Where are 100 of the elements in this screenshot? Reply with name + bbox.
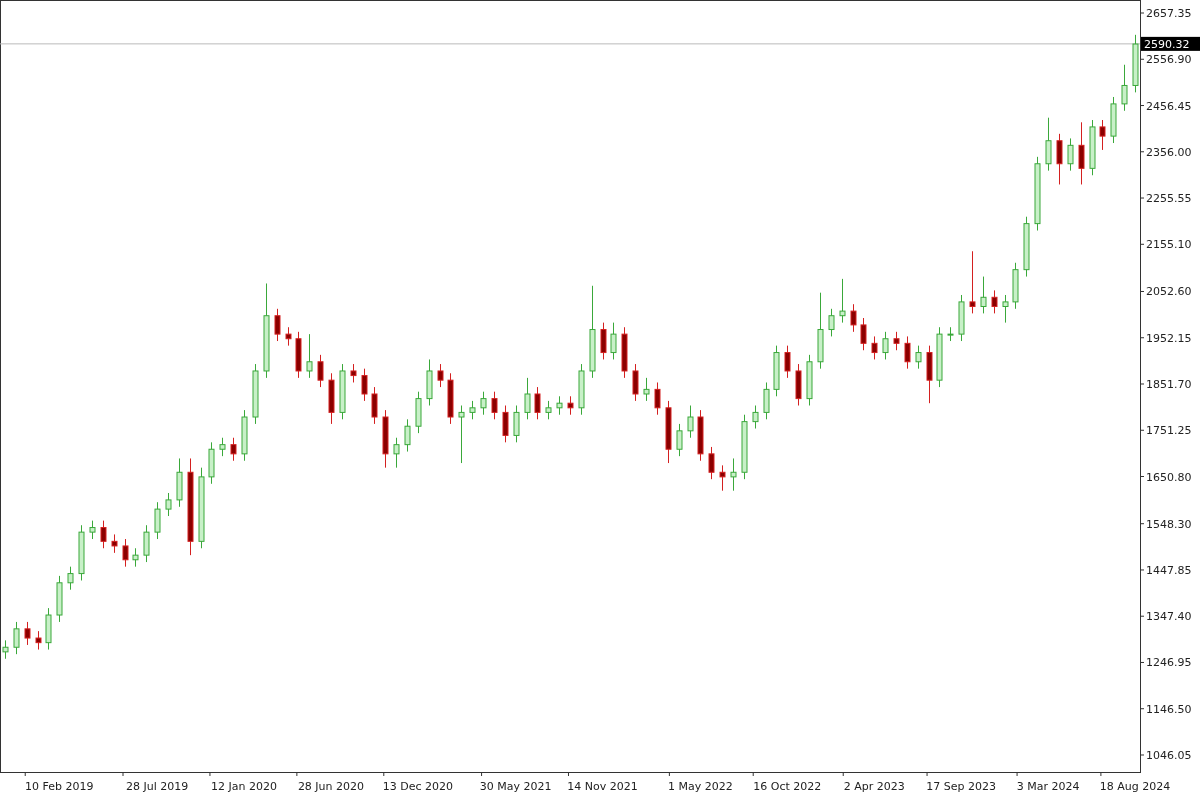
y-axis-label: 1751.25 xyxy=(1146,424,1192,438)
candle xyxy=(980,276,987,314)
ref-line-label: 2590.32 xyxy=(1144,37,1190,51)
candle xyxy=(371,386,378,425)
candle xyxy=(469,400,476,420)
candle xyxy=(154,501,161,540)
candle xyxy=(306,333,313,379)
candle xyxy=(350,363,357,383)
candle xyxy=(610,322,617,360)
candle xyxy=(850,303,857,333)
candle xyxy=(697,409,704,462)
candle xyxy=(274,308,281,342)
candle xyxy=(100,520,107,549)
candle xyxy=(426,358,433,406)
candle xyxy=(545,400,552,420)
candle xyxy=(806,354,813,406)
x-axis-label: 10 Feb 2019 xyxy=(25,780,94,793)
x-axis-label: 18 Aug 2024 xyxy=(1099,780,1171,793)
candle xyxy=(382,409,389,469)
candle xyxy=(600,322,607,360)
candle xyxy=(1121,64,1128,112)
candle xyxy=(687,405,694,439)
candle xyxy=(111,533,118,554)
candle xyxy=(784,345,791,379)
candle xyxy=(1012,262,1019,310)
candle xyxy=(632,363,639,402)
candle xyxy=(947,326,954,342)
candle xyxy=(752,405,759,430)
candle xyxy=(665,400,672,464)
x-axis-label: 16 Oct 2022 xyxy=(753,780,822,793)
candle xyxy=(1002,294,1009,324)
candle xyxy=(621,326,628,379)
y-axis-label: 2556.90 xyxy=(1146,53,1192,67)
candle xyxy=(773,345,780,397)
candle xyxy=(361,368,368,402)
candle xyxy=(578,363,585,416)
candle xyxy=(795,363,802,406)
x-axis-label: 3 Mar 2024 xyxy=(1016,780,1080,793)
y-axis-label: 2356.00 xyxy=(1146,145,1192,159)
candle xyxy=(915,345,922,370)
candle xyxy=(839,278,846,324)
current-price-tag: 2590.32 xyxy=(1141,36,1200,51)
candle xyxy=(35,630,42,651)
y-axis-label: 2052.60 xyxy=(1146,285,1192,299)
candle xyxy=(1045,117,1052,172)
x-axis-label: 28 Jun 2020 xyxy=(297,780,365,793)
candle xyxy=(404,418,411,453)
candle xyxy=(339,363,346,420)
x-axis-label: 1 May 2022 xyxy=(668,780,733,793)
candle xyxy=(219,437,226,457)
candle xyxy=(415,391,422,434)
y-axis-label: 1246.95 xyxy=(1146,656,1192,670)
candle xyxy=(317,354,324,388)
candle xyxy=(763,382,770,420)
candle xyxy=(13,621,20,655)
candle xyxy=(295,331,302,379)
candle xyxy=(447,372,454,425)
candle xyxy=(480,391,487,416)
candle xyxy=(871,335,878,360)
y-axis-label: 1046.05 xyxy=(1146,749,1192,762)
candle xyxy=(730,457,737,492)
y-axis-label: 2255.55 xyxy=(1146,192,1192,206)
y-axis-label: 1447.85 xyxy=(1146,563,1192,577)
candle xyxy=(654,382,661,416)
candle xyxy=(556,395,563,416)
x-axis-label: 28 Jul 2019 xyxy=(126,780,189,793)
candle xyxy=(926,345,933,404)
candle xyxy=(328,372,335,425)
candle xyxy=(393,437,400,469)
candle xyxy=(534,386,541,420)
candle xyxy=(230,437,237,462)
candle xyxy=(893,331,900,351)
candle xyxy=(143,524,150,563)
y-axis-label: 1347.40 xyxy=(1146,610,1192,624)
candle xyxy=(1078,121,1085,185)
candle xyxy=(1099,119,1106,151)
candle xyxy=(208,441,215,485)
candle xyxy=(1023,216,1030,278)
candle xyxy=(969,250,976,314)
candle xyxy=(1067,137,1074,172)
candle xyxy=(165,492,172,517)
candle xyxy=(285,326,292,347)
candle xyxy=(1056,133,1063,185)
x-axis-label: 17 Sep 2023 xyxy=(926,780,996,793)
y-axis-label: 2657.35 xyxy=(1146,7,1192,20)
y-axis-label: 1146.50 xyxy=(1146,702,1192,716)
candle xyxy=(1110,96,1117,144)
candle xyxy=(89,520,96,540)
candle xyxy=(991,289,998,314)
candle xyxy=(24,621,31,646)
candle xyxy=(458,405,465,464)
candle xyxy=(1132,34,1139,93)
candle xyxy=(56,575,63,623)
candle xyxy=(241,409,248,462)
candle xyxy=(513,405,520,443)
x-axis-label: 14 Nov 2021 xyxy=(567,780,638,793)
candle xyxy=(252,363,259,425)
candle xyxy=(78,524,85,581)
y-axis-label: 1650.80 xyxy=(1146,470,1192,484)
candle xyxy=(1089,119,1096,176)
